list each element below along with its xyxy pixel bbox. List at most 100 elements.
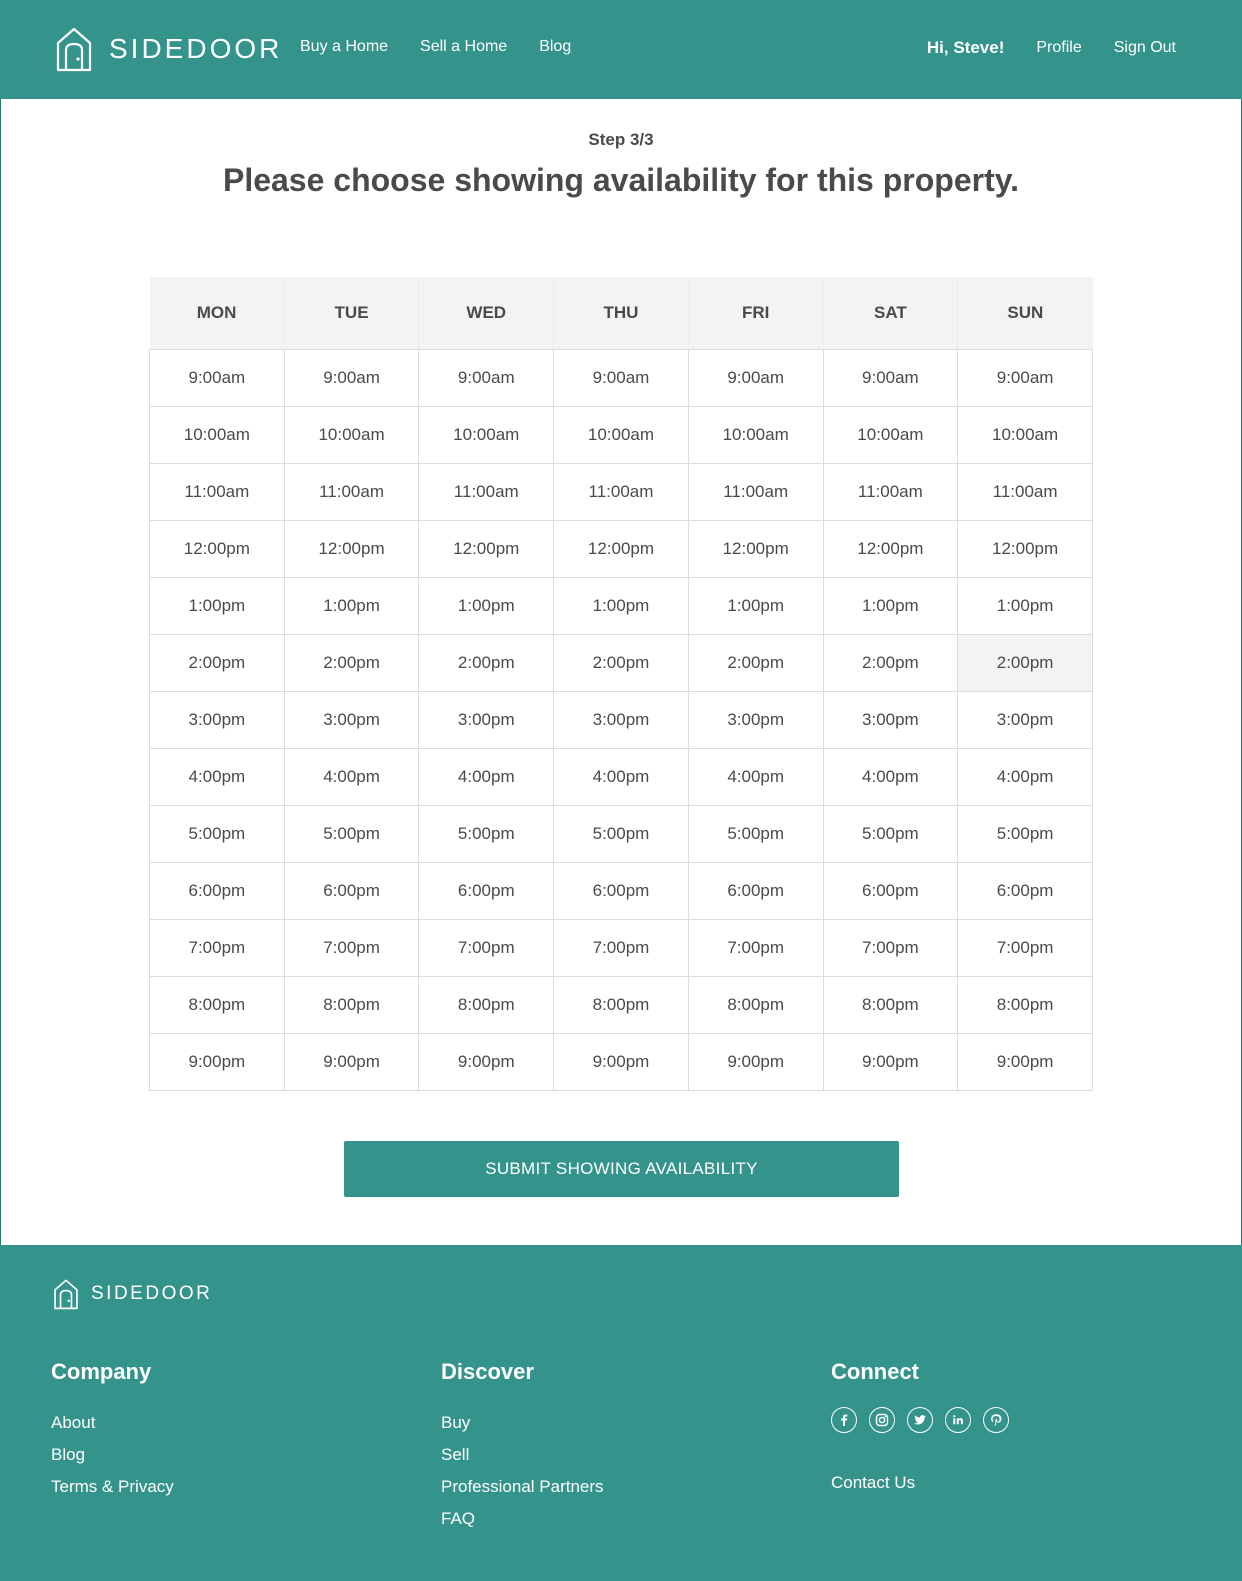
time-slot-sat[interactable]: 4:00pm (822, 747, 959, 806)
time-slot-fri[interactable]: 2:00pm (687, 633, 824, 692)
time-slot-fri[interactable]: 1:00pm (687, 576, 824, 635)
submit-availability-button[interactable]: SUBMIT SHOWING AVAILABILITY (344, 1141, 899, 1197)
time-slot-sun[interactable]: 3:00pm (957, 690, 1093, 749)
footer-link-blog[interactable]: Blog (51, 1439, 174, 1471)
time-slot-sun[interactable]: 4:00pm (957, 747, 1093, 806)
time-slot-sun[interactable]: 8:00pm (957, 975, 1093, 1034)
time-slot-sat[interactable]: 8:00pm (822, 975, 959, 1034)
time-slot-fri[interactable]: 4:00pm (687, 747, 824, 806)
time-slot-fri[interactable]: 11:00am (687, 462, 824, 521)
time-slot-mon[interactable]: 9:00am (149, 348, 285, 407)
time-slot-thu[interactable]: 8:00pm (553, 975, 689, 1034)
time-slot-tue[interactable]: 9:00pm (283, 1032, 420, 1091)
time-slot-thu[interactable]: 4:00pm (553, 747, 689, 806)
time-slot-sun[interactable]: 2:00pm (957, 633, 1093, 692)
time-slot-sat[interactable]: 10:00am (822, 405, 959, 464)
time-slot-wed[interactable]: 10:00am (418, 405, 555, 464)
time-slot-mon[interactable]: 2:00pm (149, 633, 285, 692)
time-slot-mon[interactable]: 3:00pm (149, 690, 285, 749)
footer-link-buy[interactable]: Buy (441, 1407, 604, 1439)
time-slot-thu[interactable]: 5:00pm (553, 804, 689, 863)
time-slot-thu[interactable]: 11:00am (553, 462, 689, 521)
time-slot-thu[interactable]: 12:00pm (553, 519, 689, 578)
time-slot-tue[interactable]: 9:00am (283, 348, 420, 407)
time-slot-sat[interactable]: 12:00pm (822, 519, 959, 578)
nav-profile[interactable]: Profile (1036, 39, 1081, 57)
time-slot-sun[interactable]: 11:00am (957, 462, 1093, 521)
time-slot-sat[interactable]: 3:00pm (822, 690, 959, 749)
footer-link-sell[interactable]: Sell (441, 1439, 604, 1471)
brand-logo[interactable]: SIDEDOOR (55, 26, 282, 72)
time-slot-sat[interactable]: 1:00pm (822, 576, 959, 635)
time-slot-thu[interactable]: 2:00pm (553, 633, 689, 692)
time-slot-mon[interactable]: 5:00pm (149, 804, 285, 863)
time-slot-thu[interactable]: 7:00pm (553, 918, 689, 977)
time-slot-thu[interactable]: 9:00am (553, 348, 689, 407)
time-slot-sun[interactable]: 9:00am (957, 348, 1093, 407)
time-slot-mon[interactable]: 9:00pm (149, 1032, 285, 1091)
time-slot-fri[interactable]: 9:00am (687, 348, 824, 407)
pinterest-icon[interactable] (983, 1407, 1009, 1433)
time-slot-mon[interactable]: 8:00pm (149, 975, 285, 1034)
time-slot-fri[interactable]: 8:00pm (687, 975, 824, 1034)
time-slot-wed[interactable]: 7:00pm (418, 918, 555, 977)
time-slot-thu[interactable]: 9:00pm (553, 1032, 689, 1091)
time-slot-mon[interactable]: 12:00pm (149, 519, 285, 578)
linkedin-icon[interactable] (945, 1407, 971, 1433)
time-slot-wed[interactable]: 9:00pm (418, 1032, 555, 1091)
footer-link-faq[interactable]: FAQ (441, 1503, 604, 1535)
twitter-icon[interactable] (907, 1407, 933, 1433)
time-slot-fri[interactable]: 6:00pm (687, 861, 824, 920)
time-slot-mon[interactable]: 1:00pm (149, 576, 285, 635)
instagram-icon[interactable] (869, 1407, 895, 1433)
time-slot-sat[interactable]: 2:00pm (822, 633, 959, 692)
time-slot-sat[interactable]: 11:00am (822, 462, 959, 521)
time-slot-thu[interactable]: 6:00pm (553, 861, 689, 920)
facebook-icon[interactable] (831, 1407, 857, 1433)
time-slot-fri[interactable]: 10:00am (687, 405, 824, 464)
footer-link-terms[interactable]: Terms & Privacy (51, 1471, 174, 1503)
time-slot-wed[interactable]: 11:00am (418, 462, 555, 521)
time-slot-tue[interactable]: 2:00pm (283, 633, 420, 692)
time-slot-tue[interactable]: 6:00pm (283, 861, 420, 920)
footer-link-partners[interactable]: Professional Partners (441, 1471, 604, 1503)
time-slot-thu[interactable]: 1:00pm (553, 576, 689, 635)
time-slot-tue[interactable]: 12:00pm (283, 519, 420, 578)
time-slot-sat[interactable]: 5:00pm (822, 804, 959, 863)
footer-link-about[interactable]: About (51, 1407, 174, 1439)
time-slot-mon[interactable]: 4:00pm (149, 747, 285, 806)
time-slot-sun[interactable]: 6:00pm (957, 861, 1093, 920)
footer-link-contact[interactable]: Contact Us (831, 1467, 1009, 1499)
time-slot-mon[interactable]: 6:00pm (149, 861, 285, 920)
time-slot-wed[interactable]: 9:00am (418, 348, 555, 407)
time-slot-wed[interactable]: 4:00pm (418, 747, 555, 806)
time-slot-mon[interactable]: 11:00am (149, 462, 285, 521)
time-slot-sat[interactable]: 7:00pm (822, 918, 959, 977)
nav-buy-home[interactable]: Buy a Home (300, 38, 388, 56)
time-slot-wed[interactable]: 6:00pm (418, 861, 555, 920)
time-slot-tue[interactable]: 5:00pm (283, 804, 420, 863)
time-slot-wed[interactable]: 8:00pm (418, 975, 555, 1034)
time-slot-fri[interactable]: 7:00pm (687, 918, 824, 977)
time-slot-tue[interactable]: 7:00pm (283, 918, 420, 977)
time-slot-tue[interactable]: 8:00pm (283, 975, 420, 1034)
time-slot-sun[interactable]: 12:00pm (957, 519, 1093, 578)
time-slot-wed[interactable]: 1:00pm (418, 576, 555, 635)
time-slot-sat[interactable]: 9:00am (822, 348, 959, 407)
time-slot-tue[interactable]: 1:00pm (283, 576, 420, 635)
time-slot-tue[interactable]: 4:00pm (283, 747, 420, 806)
time-slot-fri[interactable]: 9:00pm (687, 1032, 824, 1091)
time-slot-sat[interactable]: 6:00pm (822, 861, 959, 920)
time-slot-sat[interactable]: 9:00pm (822, 1032, 959, 1091)
nav-blog[interactable]: Blog (539, 38, 571, 56)
nav-sell-home[interactable]: Sell a Home (420, 38, 507, 56)
time-slot-wed[interactable]: 3:00pm (418, 690, 555, 749)
time-slot-thu[interactable]: 10:00am (553, 405, 689, 464)
time-slot-tue[interactable]: 3:00pm (283, 690, 420, 749)
footer-logo[interactable]: SIDEDOOR (53, 1278, 212, 1310)
nav-sign-out[interactable]: Sign Out (1114, 39, 1176, 57)
time-slot-sun[interactable]: 9:00pm (957, 1032, 1093, 1091)
time-slot-fri[interactable]: 3:00pm (687, 690, 824, 749)
time-slot-sun[interactable]: 1:00pm (957, 576, 1093, 635)
time-slot-fri[interactable]: 12:00pm (687, 519, 824, 578)
